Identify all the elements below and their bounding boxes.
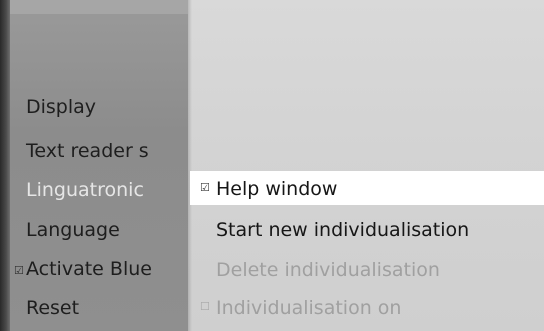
main-menu-panel xyxy=(10,0,188,331)
menu-item-activate-bluetooth[interactable]: ☑ Activate Blue xyxy=(14,257,152,281)
submenu-item-label: Help window xyxy=(216,178,338,200)
submenu-divider xyxy=(188,0,192,331)
checkbox-checked-icon[interactable]: ☑ xyxy=(200,181,210,194)
checkbox-unchecked-icon[interactable]: ☐ xyxy=(200,300,210,313)
display-bezel xyxy=(0,0,10,331)
submenu-item-individualisation-on[interactable]: Individualisation on xyxy=(216,296,401,320)
submenu-item-label: Delete individualisation xyxy=(216,259,440,281)
menu-item-text-reader[interactable]: Text reader s xyxy=(26,139,149,163)
cockpit-display: Display Text reader s Linguatronic Langu… xyxy=(0,0,544,331)
menu-item-label: Activate Blue xyxy=(26,258,152,280)
menu-item-label: Text reader s xyxy=(26,140,149,162)
menu-item-display[interactable]: Display xyxy=(26,95,96,119)
submenu-item-label: Individualisation on xyxy=(216,297,402,319)
submenu-item-help-window[interactable]: Help window xyxy=(216,177,337,201)
menu-item-linguatronic[interactable]: Linguatronic xyxy=(26,178,144,202)
menu-item-label: Language xyxy=(26,219,120,241)
menu-item-label: Display xyxy=(26,96,97,118)
menu-item-reset[interactable]: Reset xyxy=(26,296,79,320)
submenu-item-start-individualisation[interactable]: Start new individualisation xyxy=(216,218,469,242)
menu-item-language[interactable]: Language xyxy=(26,218,120,242)
checkbox-checked-icon: ☑ xyxy=(14,264,24,277)
main-menu-top-strip xyxy=(10,0,188,14)
submenu-item-delete-individualisation[interactable]: Delete individualisation xyxy=(216,258,440,282)
menu-item-label: Reset xyxy=(26,297,80,319)
submenu-item-label: Start new individualisation xyxy=(216,219,470,241)
menu-item-label: Linguatronic xyxy=(26,179,144,201)
